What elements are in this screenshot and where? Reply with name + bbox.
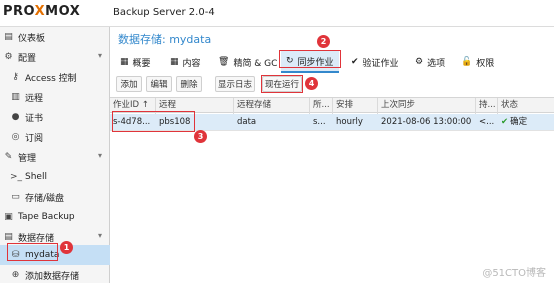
- column-job-id[interactable]: 作业ID ↑: [110, 98, 156, 114]
- sidebar-item-config[interactable]: ⚙ 配置 ▾: [0, 47, 110, 67]
- sidebar: ▤ 仪表板 ⚙ 配置 ▾ ⚷ Access 控制 ▥ 远程 ● 证书 ◎ 订阅 ✎ 管理 ▾ >_…: [0, 27, 110, 283]
- proxmox-logo: PROXMOX: [3, 4, 81, 19]
- sidebar-item-mydata[interactable]: ⛁ mydata: [0, 245, 110, 265]
- sidebar-item-access-control[interactable]: ⚷ Access 控制: [0, 67, 110, 87]
- tab-bar: ▦ 概要 ▦ 内容 🗑 精简 & GC ↻ 同步作业 ✔ 验证作业 ⚙ 选项 🔓 权限: [110, 51, 554, 73]
- tab-summary[interactable]: ▦ 概要: [120, 51, 166, 73]
- check-circle-icon: ✔: [351, 57, 359, 67]
- chevron-down-icon[interactable]: ▾: [98, 51, 102, 60]
- dashboard-icon: ▤: [4, 32, 13, 42]
- cell-last-sync: 2021-08-06 13:00:00: [381, 117, 472, 127]
- cell-job-id: s-4d78...: [113, 117, 151, 127]
- column-remote[interactable]: 远程: [156, 98, 234, 114]
- support-icon: ◎: [11, 132, 20, 142]
- tab-sync-jobs[interactable]: ↻ 同步作业: [281, 51, 339, 73]
- chevron-down-icon[interactable]: ▾: [98, 231, 102, 240]
- step-badge: 2: [317, 35, 330, 48]
- top-bar: PROXMOX Backup Server 2.0-4: [0, 0, 554, 27]
- trash-icon: 🗑: [218, 57, 230, 67]
- step-badge: 1: [60, 241, 73, 254]
- sidebar-item-tape-backup[interactable]: ▣ Tape Backup: [0, 207, 110, 227]
- edit-button[interactable]: 编辑: [146, 76, 172, 92]
- column-remote-store[interactable]: 远程存储: [234, 98, 310, 114]
- run-now-button[interactable]: 现在运行: [262, 76, 302, 92]
- server-icon: ▥: [11, 92, 20, 102]
- table-row[interactable]: s-4d78... pbs108 data s... hourly 2021-0…: [110, 114, 554, 131]
- gears-icon: ⚙: [4, 52, 13, 62]
- sidebar-item-subscription[interactable]: ◎ 订阅: [0, 127, 110, 147]
- sidebar-item-administration[interactable]: ✎ 管理 ▾: [0, 147, 110, 167]
- th-icon: ▦: [170, 57, 179, 67]
- key-icon: ⚷: [12, 72, 19, 82]
- terminal-icon: >_: [10, 172, 23, 182]
- chevron-down-icon[interactable]: ▾: [98, 151, 102, 160]
- watermark: @51CTO博客: [482, 268, 546, 279]
- step-badge: 3: [194, 130, 207, 143]
- unlock-icon: 🔓: [461, 57, 473, 67]
- column-last-sync[interactable]: 上次同步: [378, 98, 476, 114]
- column-status[interactable]: 状态: [498, 98, 554, 114]
- sidebar-item-remotes[interactable]: ▥ 远程: [0, 87, 110, 107]
- tab-verify-jobs[interactable]: ✔ 验证作业: [351, 51, 411, 73]
- sidebar-item-dashboard[interactable]: ▤ 仪表板: [0, 27, 110, 47]
- show-log-button[interactable]: 显示日志: [215, 76, 255, 92]
- database-icon: ⛁: [11, 250, 20, 260]
- sidebar-item-add-datastore[interactable]: ⊕ 添加数据存储: [0, 265, 110, 285]
- cell-remote-store: data: [237, 117, 257, 127]
- cell-status: ✔ 确定: [501, 117, 528, 127]
- column-schedule[interactable]: 安排: [333, 98, 378, 114]
- page-title: 数据存储: mydata: [118, 33, 212, 46]
- toolbar: 添加 编辑 删除 显示日志 现在运行: [110, 76, 554, 94]
- tab-options[interactable]: ⚙ 选项: [415, 51, 455, 73]
- sidebar-item-storage-disks[interactable]: ▭ 存储/磁盘: [0, 187, 110, 207]
- cell-duration: <...: [479, 117, 495, 127]
- product-version: Backup Server 2.0-4: [113, 7, 215, 18]
- column-owner[interactable]: 所...: [310, 98, 333, 114]
- column-duration[interactable]: 持...: [476, 98, 498, 114]
- cell-owner: s...: [313, 117, 326, 127]
- sidebar-item-shell[interactable]: >_ Shell: [0, 167, 110, 187]
- tab-permissions[interactable]: 🔓 权限: [461, 51, 501, 73]
- book-icon: ▦: [120, 57, 129, 67]
- sidebar-item-datastore[interactable]: ▤ 数据存储 ▾: [0, 227, 110, 247]
- datastore-icon: ▤: [4, 232, 13, 242]
- gear-icon: ⚙: [415, 57, 424, 67]
- table-header: 作业ID ↑ 远程 远程存储 所... 安排 上次同步 持... 状态: [110, 97, 554, 114]
- add-button[interactable]: 添加: [116, 76, 142, 92]
- sidebar-item-certificates[interactable]: ● 证书: [0, 107, 110, 127]
- cell-schedule: hourly: [336, 117, 363, 127]
- tab-prune-gc[interactable]: 🗑 精简 & GC: [218, 51, 278, 73]
- check-icon: ✔: [501, 117, 509, 127]
- tape-icon: ▣: [4, 212, 13, 222]
- disk-icon: ▭: [11, 192, 20, 202]
- step-badge: 4: [305, 77, 318, 90]
- plus-circle-icon: ⊕: [11, 270, 20, 280]
- refresh-icon: ↻: [286, 56, 294, 66]
- remove-button[interactable]: 删除: [176, 76, 202, 92]
- wrench-icon: ✎: [4, 152, 13, 162]
- cell-remote: pbs108: [159, 117, 191, 127]
- certificate-icon: ●: [11, 112, 20, 122]
- tab-content[interactable]: ▦ 内容: [170, 51, 216, 73]
- main-panel: 数据存储: mydata ▦ 概要 ▦ 内容 🗑 精简 & GC ↻ 同步作业 ✔ 验证作…: [110, 27, 554, 283]
